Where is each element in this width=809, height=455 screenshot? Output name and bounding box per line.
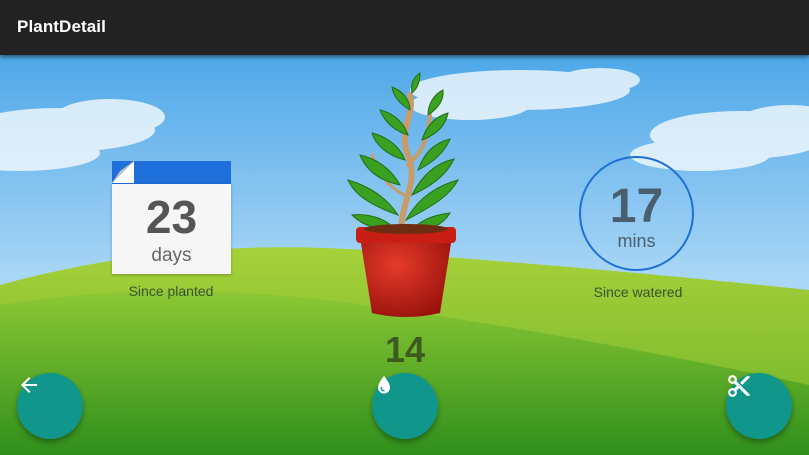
prune-button[interactable]	[726, 373, 792, 439]
planted-days-unit: days	[151, 245, 192, 266]
page-curl-icon	[112, 161, 134, 183]
since-watered-label: Since watered	[593, 284, 683, 300]
scissors-icon	[728, 375, 750, 397]
plant-count: 14	[384, 329, 426, 370]
app-title: PlantDetail	[17, 17, 106, 36]
since-planted-label: Since planted	[128, 283, 214, 299]
water-drop-icon	[378, 376, 390, 394]
watered-mins-unit: mins	[617, 231, 656, 251]
watered-timer: 17 mins	[579, 156, 694, 271]
back-button[interactable]	[17, 373, 83, 439]
plant-scene: 23 days Since planted 17 mins Since wate…	[0, 55, 809, 455]
app-bar: PlantDetail	[0, 0, 809, 55]
planted-calendar: 23 days	[112, 161, 231, 274]
watered-mins-value: 17	[609, 180, 664, 233]
planted-days-value: 23	[145, 191, 198, 243]
water-button[interactable]	[372, 373, 438, 439]
arrow-left-icon	[21, 377, 37, 393]
